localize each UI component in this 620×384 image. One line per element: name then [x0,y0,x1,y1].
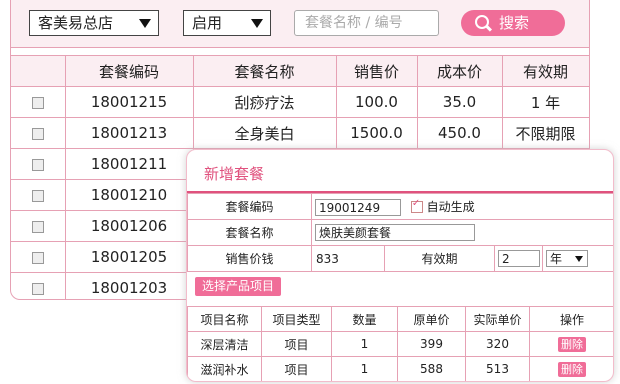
table-row: 深层清洁 项目 1 399 320 删除 [187,331,613,357]
item-actual-price[interactable]: 320 [465,331,530,357]
row-checkbox[interactable] [31,251,44,264]
select-products-label: 选择产品项目 [201,279,274,293]
price-field[interactable]: 833 [311,245,385,272]
items-header-actual-price: 实际单价 [465,306,530,332]
items-header-qty: 数量 [331,306,398,332]
item-type: 项目 [261,331,332,357]
item-orig-price: 399 [397,331,466,357]
item-name: 滋润补水 [187,356,262,381]
chevron-down-icon [575,256,583,262]
validity-label: 有效期 [384,245,495,272]
price-label: 销售价钱 [187,245,312,272]
dialog-title: 新增套餐 [204,165,265,183]
item-actual-price[interactable]: 513 [465,356,530,381]
table-row[interactable]: 18001215 刮痧疗法 100.0 35.0 1 年 [11,86,589,118]
table-row[interactable]: 18001213 全身美白 1500.0 450.0 不限期限 [11,117,589,149]
row-code: 18001203 [64,272,194,299]
code-field[interactable]: 19001249 [315,198,401,216]
row-code: 18001211 [64,148,194,180]
row-checkbox[interactable] [31,220,44,233]
column-header-cost: 成本价 [416,55,503,87]
delete-button[interactable]: 删除 [558,336,586,352]
chevron-down-icon [139,19,151,28]
row-checkbox[interactable] [31,282,44,295]
row-checkbox[interactable] [31,189,44,202]
validity-field[interactable]: 2 [498,250,540,267]
item-qty[interactable]: 1 [331,356,398,381]
search-icon [475,15,489,29]
validity-unit-value: 年 [550,252,563,266]
row-checkbox[interactable] [31,127,44,140]
row-code: 18001215 [64,86,194,118]
items-header-orig-price: 原单价 [397,306,466,332]
row-code: 18001210 [64,179,194,211]
auto-generate-checkbox[interactable] [410,198,423,213]
row-code: 18001206 [64,210,194,242]
row-validity: 1 年 [501,86,589,118]
search-button-label: 搜索 [499,14,530,32]
name-label: 套餐名称 [187,219,312,246]
table-header-row: 套餐编码 套餐名称 销售价 成本价 有效期 [11,55,589,87]
column-header-name: 套餐名称 [192,55,337,87]
status-select-value: 启用 [192,14,223,32]
column-header-select [11,55,66,87]
items-header-type: 项目类型 [261,306,332,332]
column-header-price: 销售价 [335,55,418,87]
validity-unit-select[interactable]: 年 [546,250,588,267]
items-header-action: 操作 [529,306,613,332]
code-label: 套餐编码 [187,193,312,220]
search-button[interactable]: 搜索 [461,10,565,36]
name-field[interactable]: 焕肤美颜套餐 [315,224,475,241]
items-table: 项目名称 项目类型 数量 原单价 实际单价 操作 深层清洁 项目 1 399 3… [187,306,613,381]
store-select[interactable]: 客美易总店 [29,10,159,36]
row-cost: 35.0 [416,86,503,118]
status-select[interactable]: 启用 [183,10,271,36]
row-validity: 不限期限 [501,117,589,149]
search-input[interactable]: 套餐名称 / 编号 [294,10,439,36]
items-header-name: 项目名称 [187,306,262,332]
auto-generate-label: 自动生成 [426,199,475,214]
store-select-value: 客美易总店 [38,14,114,32]
item-type: 项目 [261,356,332,381]
items-header-row: 项目名称 项目类型 数量 原单价 实际单价 操作 [187,306,613,332]
row-name: 刮痧疗法 [192,86,337,118]
chevron-down-icon [251,19,263,28]
row-code: 18001205 [64,241,194,273]
delete-button[interactable]: 删除 [558,361,586,377]
column-header-code: 套餐编码 [64,55,194,87]
toolbar: 客美易总店 启用 套餐名称 / 编号 搜索 [11,0,589,48]
row-checkbox[interactable] [31,96,44,109]
add-package-dialog: 新增套餐 套餐编码 19001249 自动生成 套餐名称 焕肤美颜套餐 销售价钱… [186,149,614,382]
row-checkbox[interactable] [31,158,44,171]
search-placeholder: 套餐名称 / 编号 [305,15,403,31]
item-qty[interactable]: 1 [331,331,398,357]
item-orig-price: 588 [397,356,466,381]
item-name: 深层清洁 [187,331,262,357]
row-cost: 450.0 [416,117,503,149]
row-price: 1500.0 [335,117,418,149]
package-form: 套餐编码 19001249 自动生成 套餐名称 焕肤美颜套餐 销售价钱 833 … [187,193,613,272]
row-name: 全身美白 [192,117,337,149]
select-products-button[interactable]: 选择产品项目 [195,277,281,296]
column-header-validity: 有效期 [501,55,589,87]
row-price: 100.0 [335,86,418,118]
row-code: 18001213 [64,117,194,149]
table-row: 滋润补水 项目 1 588 513 删除 [187,356,613,381]
